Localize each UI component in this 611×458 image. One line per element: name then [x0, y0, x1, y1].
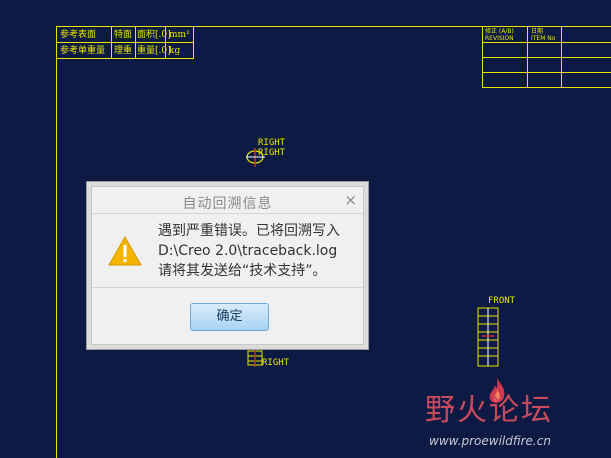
watermark-url: www.proewildfire.cn [429, 434, 551, 448]
reference-table: 参考表面 特面 面积[.0] mm² 参考单重量 理重 重量[.0] kg [56, 26, 194, 59]
row-cell: 面积[.0] [137, 30, 171, 40]
message-line: D:\Creo 2.0\traceback.log [158, 243, 338, 259]
row-cell: 重量[.0] [137, 46, 171, 56]
dialog-divider [92, 213, 363, 214]
revision-header-a: 修正 (A/B) [485, 28, 514, 35]
close-icon[interactable]: × [344, 192, 357, 208]
dialog-divider [92, 287, 363, 288]
drawing-canvas[interactable]: 参考表面 特面 面积[.0] mm² 参考单重量 理重 重量[.0] kg 修正… [0, 0, 611, 458]
revision-header-d: ITEM No [531, 35, 556, 42]
table-row-divider [483, 57, 611, 58]
message-line: 遇到严重错误。已将回溯写入 [158, 223, 340, 239]
table-row-divider [483, 72, 611, 73]
row-cell: 特面 [114, 30, 133, 40]
dialog-body: 自动回溯信息 × 遇到严重错误。已将回溯写入 D:\Creo 2.0\trace… [91, 186, 364, 345]
row-unit: kg [169, 46, 181, 56]
table-row-weight: 参考单重量 理重 重量[.0] kg [57, 43, 193, 59]
view-marker-icon [246, 148, 265, 167]
revision-header-c: 日期 [531, 28, 544, 35]
view-label-front[interactable]: FRONT [488, 296, 515, 306]
message-line: 请将其发送给“技术支持”。 [158, 263, 327, 279]
ok-button[interactable]: 确定 [190, 303, 269, 331]
dialog-message: 遇到严重错误。已将回溯写入 D:\Creo 2.0\traceback.log … [158, 221, 340, 281]
row-cell: 理重 [114, 46, 133, 56]
watermark-brand: 野火论坛 [425, 393, 553, 428]
row-unit: mm² [169, 30, 190, 40]
traceback-dialog: 自动回溯信息 × 遇到严重错误。已将回溯写入 D:\Creo 2.0\trace… [86, 181, 369, 350]
view-label-right[interactable]: RIGHT [262, 358, 289, 368]
revision-header-b: REVISION [485, 35, 514, 42]
row-label: 参考表面 [60, 30, 97, 40]
view-marker-icon [247, 349, 263, 367]
warning-icon [108, 236, 142, 266]
revision-table: 修正 (A/B) REVISION 日期 ITEM No [482, 26, 611, 88]
table-col-divider [527, 27, 528, 87]
row-label: 参考单重量 [60, 46, 106, 56]
drawing-border-left [56, 26, 57, 458]
dialog-title: 自动回溯信息 [182, 196, 273, 212]
table-row-area: 参考表面 特面 面积[.0] mm² [57, 27, 193, 43]
table-col-divider [561, 27, 562, 87]
table-row-divider [483, 42, 611, 43]
front-view-part-icon [477, 307, 499, 367]
